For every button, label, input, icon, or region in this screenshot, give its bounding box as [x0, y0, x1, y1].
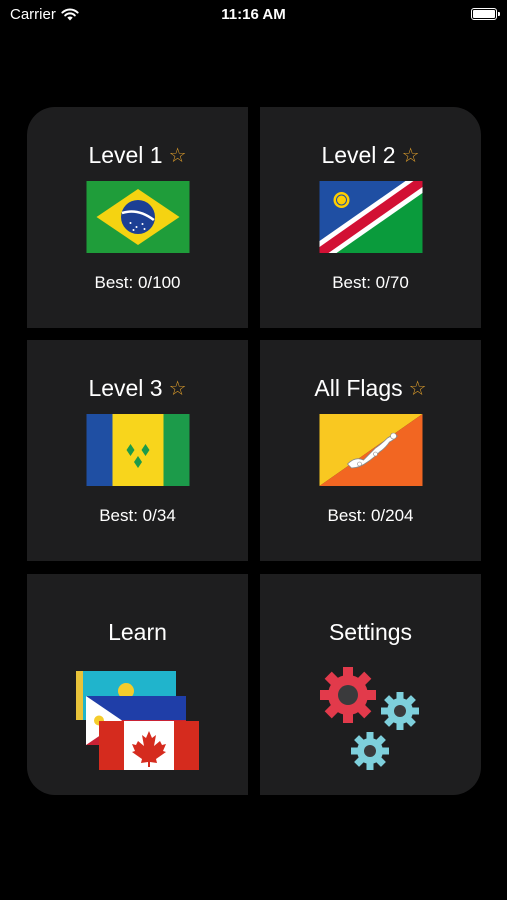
flag-stack-icon — [76, 671, 199, 770]
saint-vincent-flag-icon — [86, 414, 189, 486]
star-icon: ☆ — [401, 145, 420, 167]
level-3-tile[interactable]: Level 3 ☆ Best: 0/34 — [27, 340, 248, 561]
gears-icon — [320, 667, 419, 770]
all-flags-title: All Flags ☆ — [260, 375, 481, 402]
namibia-flag-icon — [319, 181, 422, 253]
level-3-best: Best: 0/34 — [99, 506, 176, 525]
settings-title: Settings — [328, 619, 413, 645]
level-3-title: Level 3 ☆ — [27, 375, 248, 402]
learn-title: Learn — [108, 619, 167, 645]
level-1-tile[interactable]: Level 1 ☆ Best: 0/100 — [27, 107, 248, 328]
level-2-best: Best: 0/70 — [332, 273, 409, 292]
level-1-label: Level 1 — [88, 142, 163, 168]
all-flags-label: All Flags — [314, 375, 403, 401]
level-2-tile[interactable]: Level 2 ☆ Best: 0/70 — [260, 107, 481, 328]
status-time: 11:16 AM — [221, 6, 286, 23]
level-2-label: Level 2 — [321, 142, 396, 168]
star-icon: ☆ — [408, 378, 427, 400]
star-icon: ☆ — [168, 378, 187, 400]
level-2-title: Level 2 ☆ — [260, 142, 481, 169]
settings-tile[interactable]: Settings — [260, 574, 481, 795]
star-icon: ☆ — [168, 145, 187, 167]
status-bar: Carrier 11:16 AM — [0, 0, 507, 28]
battery-icon — [471, 8, 500, 20]
all-flags-tile[interactable]: All Flags ☆ Best: 0/204 — [260, 340, 481, 561]
menu-grid: Level 1 ☆ Best: 0/100 Level 2 ☆ Best: 0/70 — [27, 107, 482, 795]
level-1-best: Best: 0/100 — [94, 273, 181, 292]
level-3-label: Level 3 — [88, 375, 163, 401]
bhutan-flag-icon — [319, 414, 422, 486]
learn-tile[interactable]: Learn — [27, 574, 248, 795]
level-1-title: Level 1 ☆ — [27, 142, 248, 169]
brazil-flag-icon — [86, 181, 189, 253]
all-flags-best: Best: 0/204 — [327, 506, 414, 525]
